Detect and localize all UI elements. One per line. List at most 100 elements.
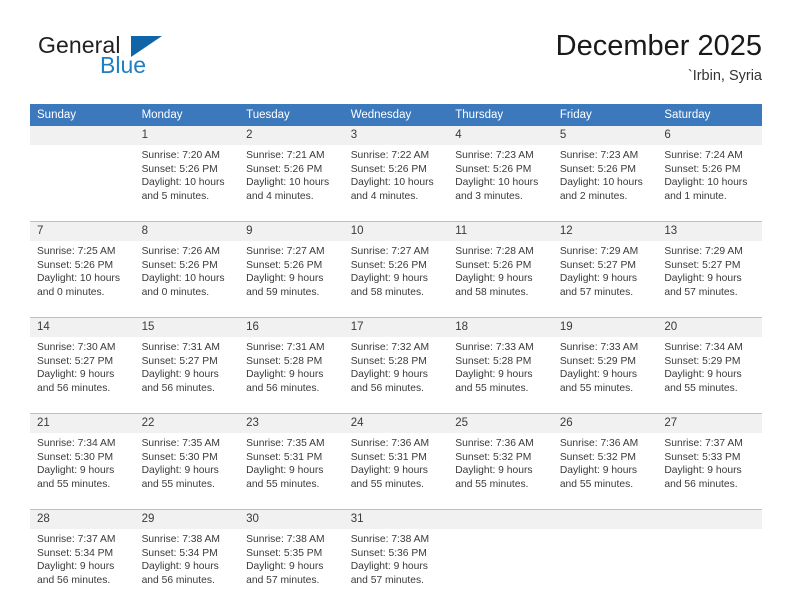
day-number: 4 (448, 126, 553, 145)
day-cell-details: Sunrise: 7:35 AM Sunset: 5:30 PM Daylight:… (135, 433, 240, 509)
day-number: 13 (657, 222, 762, 241)
sunrise-text: Sunrise: 7:34 AM (664, 342, 743, 353)
day-number: 31 (343, 510, 449, 529)
day-cell-details: Sunrise: 7:24 AM Sunset: 5:26 PM Daylight:… (657, 145, 762, 221)
day-number (30, 126, 135, 145)
column-header-thursday: Thursday (448, 104, 553, 126)
sunset-text: Sunset: 5:36 PM (350, 547, 427, 559)
day-number (552, 510, 658, 529)
column-header-sunday: Sunday (30, 104, 135, 126)
day-cell-details: Sunrise: 7:20 AM Sunset: 5:26 PM Daylight:… (135, 145, 240, 221)
calendar-week-row: 21 Sunrise: 7:34 AM Sunset: 5:30 PM Dayligh… (30, 413, 762, 510)
day-number (448, 510, 553, 529)
day-cell[interactable]: 19 Sunrise: 7:33 AM Sunset: 5:29 PM Dayligh… (552, 317, 658, 414)
logo-general-blue[interactable]: General Blue (38, 32, 228, 88)
day-cell[interactable]: 11 Sunrise: 7:28 AM Sunset: 5:26 PM Dayligh… (448, 221, 553, 318)
daylight-text: Daylight: 9 hours and 55 minutes. (455, 465, 533, 490)
day-number: 1 (134, 126, 240, 145)
daylight-text: Daylight: 9 hours and 56 minutes. (141, 561, 219, 586)
day-cell[interactable]: 21 Sunrise: 7:34 AM Sunset: 5:30 PM Dayligh… (30, 413, 135, 510)
day-cell-details: Sunrise: 7:34 AM Sunset: 5:29 PM Daylight:… (657, 337, 762, 413)
sunrise-text: Sunrise: 7:29 AM (559, 246, 639, 257)
day-cell[interactable]: 29 Sunrise: 7:38 AM Sunset: 5:34 PM Dayligh… (134, 509, 240, 605)
column-header-friday: Friday (552, 104, 658, 126)
day-cell[interactable]: 30 Sunrise: 7:38 AM Sunset: 5:35 PM Dayligh… (239, 509, 344, 605)
day-cell[interactable]: 15 Sunrise: 7:31 AM Sunset: 5:27 PM Dayligh… (134, 317, 240, 414)
sunset-text: Sunset: 5:27 PM (664, 259, 741, 271)
day-cell-details (448, 529, 553, 605)
day-cell-details: Sunrise: 7:27 AM Sunset: 5:26 PM Daylight:… (344, 241, 449, 317)
day-cell[interactable]: 18 Sunrise: 7:33 AM Sunset: 5:28 PM Dayligh… (448, 317, 553, 414)
sunrise-text: Sunrise: 7:29 AM (664, 246, 743, 257)
sunset-text: Sunset: 5:27 PM (37, 355, 114, 367)
day-cell[interactable]: 25 Sunrise: 7:36 AM Sunset: 5:32 PM Dayligh… (448, 413, 553, 510)
day-cell[interactable]: 8 Sunrise: 7:26 AM Sunset: 5:26 PM Daylight… (134, 221, 240, 318)
sunrise-text: Sunrise: 7:23 AM (559, 150, 639, 161)
sunset-text: Sunset: 5:26 PM (246, 259, 323, 271)
day-cell[interactable]: 24 Sunrise: 7:36 AM Sunset: 5:31 PM Dayligh… (343, 413, 449, 510)
sunset-text: Sunset: 5:28 PM (246, 355, 323, 367)
day-cell[interactable]: 13 Sunrise: 7:29 AM Sunset: 5:27 PM Dayligh… (657, 221, 762, 318)
day-cell[interactable]: 23 Sunrise: 7:35 AM Sunset: 5:31 PM Dayligh… (239, 413, 344, 510)
day-cell-details: Sunrise: 7:38 AM Sunset: 5:34 PM Daylight:… (135, 529, 240, 605)
day-cell[interactable]: 6 Sunrise: 7:24 AM Sunset: 5:26 PM Daylight… (657, 126, 762, 222)
calendar-week-row: 14 Sunrise: 7:30 AM Sunset: 5:27 PM Dayligh… (30, 317, 762, 414)
sunrise-text: Sunrise: 7:27 AM (246, 246, 325, 257)
sunset-text: Sunset: 5:28 PM (350, 355, 427, 367)
day-cell[interactable]: 14 Sunrise: 7:30 AM Sunset: 5:27 PM Dayligh… (30, 317, 135, 414)
day-cell[interactable]: 20 Sunrise: 7:34 AM Sunset: 5:29 PM Dayligh… (657, 317, 762, 414)
day-cell[interactable]: 12 Sunrise: 7:29 AM Sunset: 5:27 PM Dayligh… (552, 221, 658, 318)
daylight-text: Daylight: 9 hours and 56 minutes. (664, 465, 742, 490)
day-cell-details (30, 145, 135, 221)
sunset-text: Sunset: 5:26 PM (37, 259, 114, 271)
day-cell[interactable]: 1 Sunrise: 7:20 AM Sunset: 5:26 PM Daylight… (134, 126, 240, 222)
column-header-monday: Monday (134, 104, 240, 126)
day-cell[interactable]: 7 Sunrise: 7:25 AM Sunset: 5:26 PM Daylight… (30, 221, 135, 318)
sunrise-text: Sunrise: 7:38 AM (246, 534, 325, 545)
day-number: 12 (552, 222, 658, 241)
day-cell[interactable]: 17 Sunrise: 7:32 AM Sunset: 5:28 PM Dayligh… (343, 317, 449, 414)
day-cell[interactable]: 10 Sunrise: 7:27 AM Sunset: 5:26 PM Dayligh… (343, 221, 449, 318)
sunset-text: Sunset: 5:35 PM (246, 547, 323, 559)
day-cell[interactable]: 16 Sunrise: 7:31 AM Sunset: 5:28 PM Dayligh… (239, 317, 344, 414)
day-cell[interactable]: 26 Sunrise: 7:36 AM Sunset: 5:32 PM Dayligh… (552, 413, 658, 510)
sunrise-text: Sunrise: 7:23 AM (455, 150, 534, 161)
calendar-page: General Blue December 2025 `Irbin, Syria… (0, 0, 792, 612)
sunrise-text: Sunrise: 7:31 AM (246, 342, 325, 353)
day-number: 26 (552, 414, 658, 433)
sunrise-text: Sunrise: 7:35 AM (246, 438, 325, 449)
sunset-text: Sunset: 5:26 PM (664, 163, 741, 175)
day-cell-details: Sunrise: 7:28 AM Sunset: 5:26 PM Daylight:… (448, 241, 553, 317)
sunrise-text: Sunrise: 7:24 AM (664, 150, 743, 161)
sunset-text: Sunset: 5:32 PM (559, 451, 636, 463)
daylight-text: Daylight: 9 hours and 56 minutes. (350, 369, 428, 394)
sunset-text: Sunset: 5:26 PM (455, 163, 532, 175)
sunrise-text: Sunrise: 7:34 AM (37, 438, 116, 449)
daylight-text: Daylight: 9 hours and 57 minutes. (246, 561, 324, 586)
day-cell[interactable]: 9 Sunrise: 7:27 AM Sunset: 5:26 PM Daylight… (239, 221, 344, 318)
sunset-text: Sunset: 5:26 PM (455, 259, 532, 271)
sunrise-text: Sunrise: 7:38 AM (141, 534, 220, 545)
daylight-text: Daylight: 10 hours and 4 minutes. (246, 177, 330, 202)
sunset-text: Sunset: 5:34 PM (37, 547, 114, 559)
sunset-text: Sunset: 5:34 PM (141, 547, 218, 559)
sunset-text: Sunset: 5:29 PM (664, 355, 741, 367)
daylight-text: Daylight: 9 hours and 57 minutes. (664, 273, 742, 298)
day-number: 9 (239, 222, 344, 241)
day-cell[interactable]: 22 Sunrise: 7:35 AM Sunset: 5:30 PM Dayligh… (134, 413, 240, 510)
day-number: 30 (239, 510, 344, 529)
day-number: 28 (30, 510, 135, 529)
day-cell[interactable]: 27 Sunrise: 7:37 AM Sunset: 5:33 PM Dayligh… (657, 413, 762, 510)
day-cell[interactable]: 2 Sunrise: 7:21 AM Sunset: 5:26 PM Daylight… (239, 126, 344, 222)
day-cell[interactable]: 5 Sunrise: 7:23 AM Sunset: 5:26 PM Daylight… (552, 126, 658, 222)
day-cell[interactable]: 4 Sunrise: 7:23 AM Sunset: 5:26 PM Daylight… (448, 126, 553, 222)
day-cell[interactable]: 31 Sunrise: 7:38 AM Sunset: 5:36 PM Dayligh… (343, 509, 449, 605)
daylight-text: Daylight: 9 hours and 55 minutes. (37, 465, 115, 490)
sunset-text: Sunset: 5:30 PM (37, 451, 114, 463)
sunrise-text: Sunrise: 7:37 AM (37, 534, 116, 545)
day-cell-details: Sunrise: 7:34 AM Sunset: 5:30 PM Daylight:… (30, 433, 135, 509)
day-cell[interactable]: 28 Sunrise: 7:37 AM Sunset: 5:34 PM Dayligh… (30, 509, 135, 605)
day-cell[interactable]: 3 Sunrise: 7:22 AM Sunset: 5:26 PM Daylight… (343, 126, 449, 222)
day-cell-empty (552, 509, 658, 605)
day-number: 20 (657, 318, 762, 337)
